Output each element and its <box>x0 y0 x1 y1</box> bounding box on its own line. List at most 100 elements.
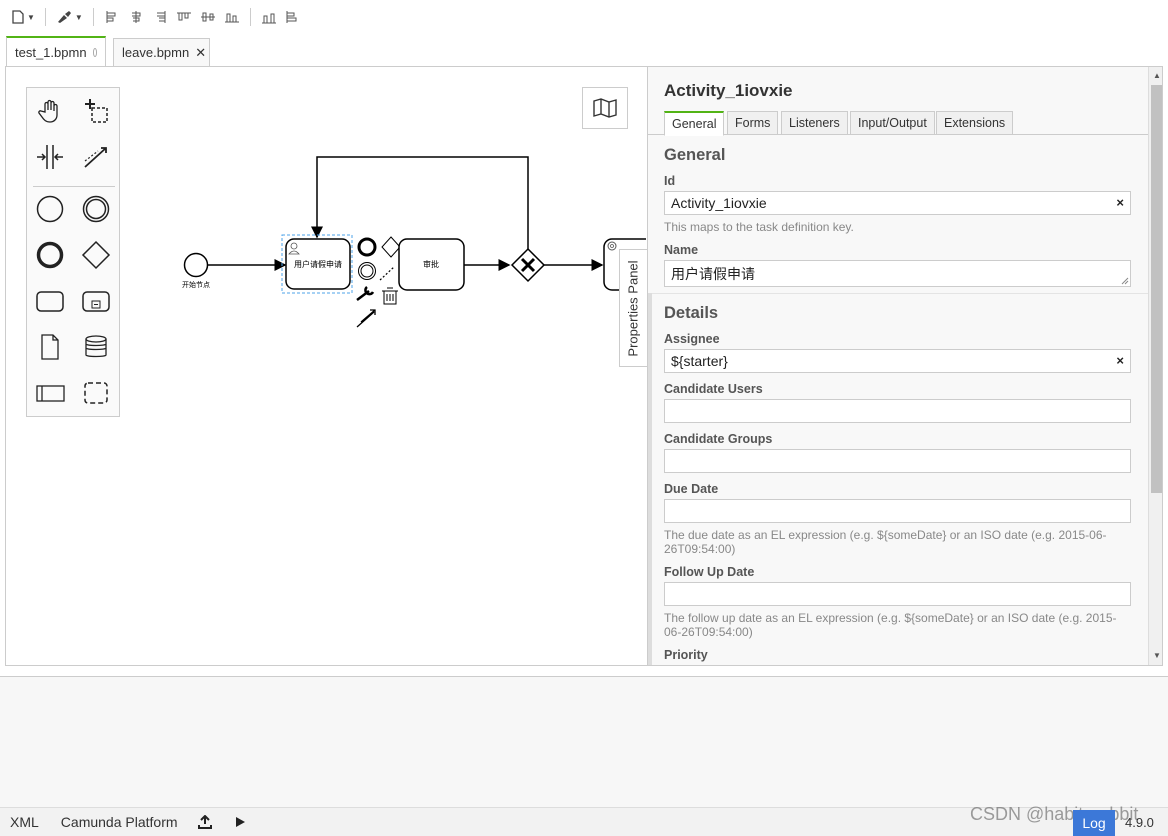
id-input[interactable]: Activity_1iovxie × <box>664 191 1131 215</box>
wrench-icon[interactable] <box>356 286 375 301</box>
toolbar-divider <box>92 8 94 26</box>
id-label: Id <box>664 174 676 188</box>
tab-listeners[interactable]: Listeners <box>781 111 848 135</box>
clear-id-icon[interactable]: × <box>1116 195 1124 210</box>
task-user-request-label: 用户请假申请 <box>294 259 342 269</box>
properties-scrollbar[interactable]: ▲ ▼ <box>1148 67 1162 665</box>
data-object-icon <box>41 334 59 360</box>
color-button[interactable]: ▼ <box>52 5 87 29</box>
create-gateway[interactable] <box>79 238 113 272</box>
append-gateway-icon[interactable] <box>381 236 401 258</box>
scroll-down-icon[interactable]: ▼ <box>1149 647 1162 663</box>
align-center-button[interactable] <box>124 5 148 29</box>
follow-up-date-label: Follow Up Date <box>664 565 755 579</box>
properties-panel: Activity_1iovxie General Forms Listeners… <box>647 67 1162 665</box>
palette-divider <box>33 186 115 187</box>
candidate-users-input[interactable] <box>664 399 1131 423</box>
distribute-horizontal-button[interactable] <box>257 5 281 29</box>
section-divider <box>652 293 1148 294</box>
deploy-button[interactable] <box>197 815 212 829</box>
create-end-event[interactable] <box>33 238 67 272</box>
assignee-input[interactable]: ${starter} × <box>664 349 1131 373</box>
subprocess-icon <box>82 291 110 312</box>
details-section-heading: Details <box>664 304 719 322</box>
tab-general[interactable]: General <box>664 111 725 136</box>
tab-label: leave.bpmn <box>122 45 190 60</box>
id-value: Activity_1iovxie <box>671 195 767 211</box>
global-connect-icon <box>84 147 107 168</box>
align-top-button[interactable] <box>172 5 196 29</box>
name-label: Name <box>664 243 699 257</box>
create-data-object[interactable] <box>33 330 67 364</box>
distribute-vertical-button[interactable] <box>281 5 305 29</box>
log-button[interactable]: Log <box>1073 810 1115 836</box>
follow-up-date-input[interactable] <box>664 582 1131 606</box>
align-right-button[interactable] <box>148 5 172 29</box>
properties-panel-toggle[interactable]: Properties Panel <box>619 249 647 367</box>
platform-selector[interactable]: Camunda Platform <box>61 814 178 830</box>
start-instance-button[interactable] <box>234 816 246 828</box>
create-intermediate-event[interactable] <box>79 192 113 226</box>
arrow-connect-icon[interactable] <box>356 309 376 328</box>
tab-input-output[interactable]: Input/Output <box>850 111 935 135</box>
group-icon <box>84 382 108 404</box>
properties-tabs: General Forms Listeners Input/Output Ext… <box>648 111 1148 136</box>
tab-forms[interactable]: Forms <box>727 111 779 135</box>
close-icon[interactable]: ✕ <box>195 45 206 61</box>
lasso-tool[interactable] <box>79 94 113 128</box>
section-indicator <box>648 293 652 665</box>
align-bottom-button[interactable] <box>220 5 244 29</box>
align-middle-button[interactable] <box>196 5 220 29</box>
create-data-store[interactable] <box>79 330 113 364</box>
create-group[interactable] <box>79 376 113 410</box>
align-bottom-icon <box>224 13 239 23</box>
end-event-icon <box>36 241 64 269</box>
data-store-icon <box>85 335 107 358</box>
create-start-event[interactable] <box>33 192 67 226</box>
tab-leave[interactable]: leave.bpmn ✕ <box>113 38 210 66</box>
create-pool[interactable] <box>33 376 67 410</box>
priority-label: Priority <box>664 648 708 662</box>
xml-view-button[interactable]: XML <box>10 814 39 830</box>
start-event-icon <box>36 195 64 223</box>
connect-icon[interactable] <box>379 266 395 281</box>
global-connect-tool[interactable] <box>79 140 113 174</box>
start-event[interactable] <box>183 252 209 278</box>
top-toolbar: ▼ ▼ <box>0 0 1168 34</box>
create-subprocess[interactable] <box>79 284 113 318</box>
append-end-event-icon[interactable] <box>357 237 377 257</box>
space-tool[interactable] <box>33 140 67 174</box>
unsaved-indicator-icon <box>92 47 97 57</box>
candidate-groups-input[interactable] <box>664 449 1131 473</box>
append-intermediate-event-icon[interactable] <box>358 262 376 280</box>
log-panel <box>0 676 1168 807</box>
tab-test-1[interactable]: test_1.bpmn <box>6 36 106 66</box>
tab-extensions[interactable]: Extensions <box>936 111 1014 135</box>
due-date-label: Due Date <box>664 482 719 496</box>
hand-tool[interactable] <box>33 94 67 128</box>
pool-icon <box>36 385 65 402</box>
version-label: 4.9.0 <box>1125 815 1154 830</box>
name-textarea[interactable]: 用户请假申请 <box>664 260 1131 287</box>
due-date-input[interactable] <box>664 499 1131 523</box>
clear-assignee-icon[interactable]: × <box>1116 353 1124 368</box>
properties-panel-toggle-label: Properties Panel <box>626 259 641 357</box>
create-task[interactable] <box>33 284 67 318</box>
new-file-button[interactable]: ▼ <box>8 5 39 29</box>
delete-icon[interactable] <box>382 287 398 305</box>
intermediate-event-icon <box>82 195 110 223</box>
toolbar-divider <box>44 8 46 26</box>
scroll-up-icon[interactable]: ▲ <box>1149 67 1162 83</box>
scrollbar-thumb[interactable] <box>1151 85 1162 493</box>
task-icon <box>36 291 64 312</box>
file-tabs: test_1.bpmn leave.bpmn ✕ <box>0 36 1168 66</box>
space-tool-icon <box>37 145 63 169</box>
align-left-button[interactable] <box>100 5 124 29</box>
minimap-toggle-button[interactable] <box>582 87 628 129</box>
candidate-users-label: Candidate Users <box>664 382 763 396</box>
align-right-icon <box>156 11 166 23</box>
resize-handle-icon[interactable] <box>1121 277 1129 285</box>
distribute-horizontal-icon <box>261 13 276 24</box>
name-value: 用户请假申请 <box>671 266 755 282</box>
hand-icon <box>38 99 58 123</box>
